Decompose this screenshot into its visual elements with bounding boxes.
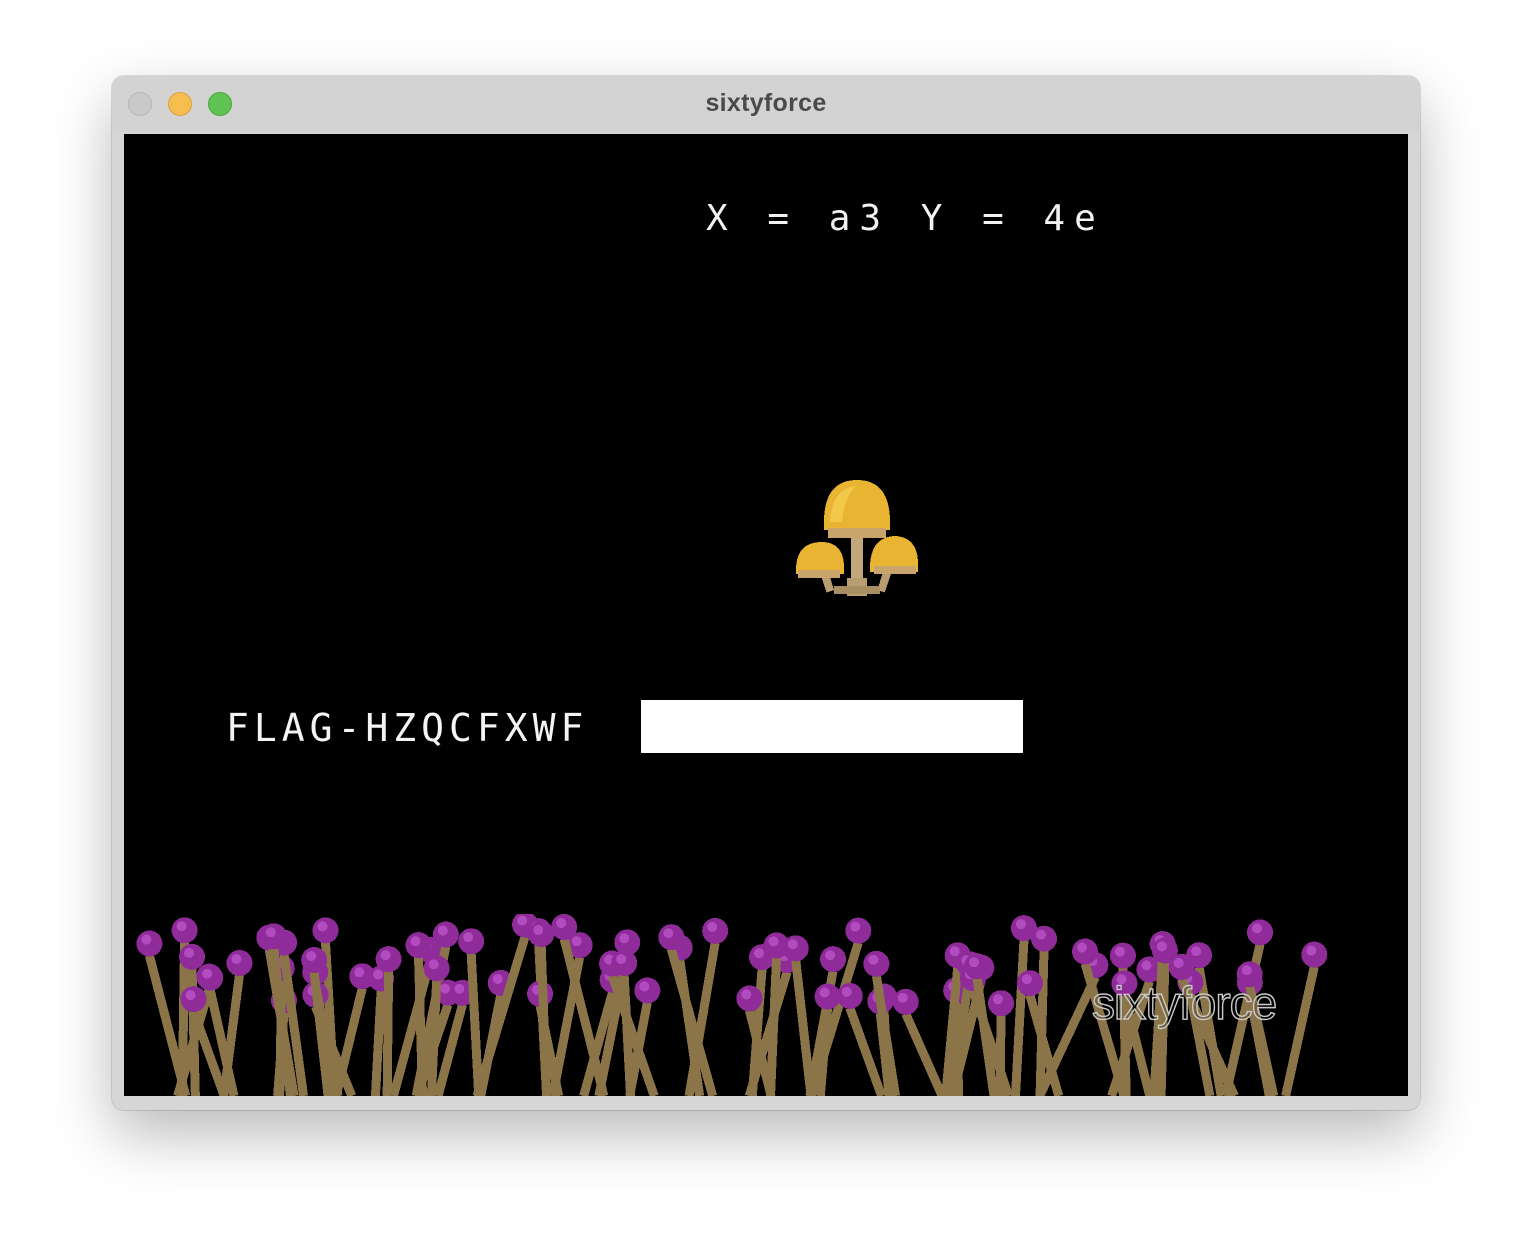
title-bar[interactable]: sixtyforce <box>112 76 1420 132</box>
plant-bud-highlight <box>707 921 718 932</box>
plant-bud-highlight <box>380 950 391 961</box>
plant-bud-highlight <box>663 928 674 939</box>
plant-bud-highlight <box>1015 919 1026 930</box>
plant-bud-highlight <box>639 981 650 992</box>
plant-bud-highlight <box>1191 946 1202 957</box>
plant-bud-highlight <box>741 989 752 1000</box>
plant-bud-highlight <box>463 932 474 943</box>
plant-stem <box>619 974 636 1096</box>
plant-bud <box>1247 919 1274 946</box>
plant-stem <box>536 945 552 1096</box>
plant-bud-highlight <box>819 987 830 998</box>
plant-stem <box>766 957 782 1096</box>
watermark-logo: sixtyforce <box>1091 976 1278 1029</box>
plant-bud-highlight <box>754 948 765 959</box>
plant-bud-highlight <box>1114 946 1125 957</box>
plant-bud-highlight <box>492 973 503 984</box>
plant-bud-highlight <box>410 936 421 947</box>
plant-bud-highlight <box>1252 923 1263 934</box>
plant-bud-highlight <box>439 983 450 994</box>
plant-bud <box>226 949 253 976</box>
plant-stem <box>1010 939 1029 1096</box>
plant-bud-highlight <box>556 917 567 928</box>
plant-bud-highlight <box>1156 941 1167 952</box>
plant-stem <box>1281 965 1319 1096</box>
plant-stem <box>382 971 394 1096</box>
plant-bud-highlight <box>619 933 630 944</box>
plant-bud <box>702 917 729 944</box>
plant-bud-highlight <box>517 915 528 926</box>
plant-bud-highlight <box>850 921 861 932</box>
plant-stem <box>472 935 530 1096</box>
plant-bud-highlight <box>787 939 798 950</box>
plant-stem <box>901 1011 947 1096</box>
plant-bud-highlight <box>1141 960 1152 971</box>
plant-bud-highlight <box>993 994 1004 1005</box>
plant-bud <box>551 914 578 940</box>
window-title: sixtyforce <box>705 89 827 117</box>
plant-bud-highlight <box>825 950 836 961</box>
plant-bud-highlight <box>897 992 908 1003</box>
plant-bud-highlight <box>428 959 439 970</box>
plant-bud-highlight <box>768 936 779 947</box>
plant-bud <box>1072 938 1099 965</box>
plant-bud-highlight <box>949 946 960 957</box>
plant-bud-highlight <box>231 953 242 964</box>
plant-bud-highlight <box>1021 974 1032 985</box>
flag-text: FLAG-HZQCFXWF <box>226 706 589 750</box>
app-window: sixtyforce X = a3 Y = 4e FLAG-HZQCFXWF s… <box>112 76 1420 1110</box>
plant-bud-highlight <box>141 934 152 945</box>
plant-bud-highlight <box>437 925 448 936</box>
plant-bud-highlight <box>1241 965 1252 976</box>
plant-bud-highlight <box>1173 957 1184 968</box>
plant-bud <box>736 985 763 1012</box>
game-screen[interactable]: X = a3 Y = 4e FLAG-HZQCFXWF sixtyforce <box>124 134 1408 1096</box>
plant-bud-highlight <box>533 925 544 936</box>
plant-bud-highlight <box>1306 945 1317 956</box>
plant-bud-highlight <box>616 954 627 965</box>
plant-stem <box>791 959 816 1096</box>
plant-bud-highlight <box>373 969 384 980</box>
plant-bud <box>458 928 485 955</box>
plant-stem <box>426 980 442 1096</box>
plant-bud <box>180 986 207 1013</box>
plant-bud-highlight <box>306 951 317 962</box>
plant-bud <box>1301 941 1328 968</box>
plant-bud-highlight <box>868 954 879 965</box>
flag-redaction-box <box>641 700 1023 753</box>
plant-stem <box>370 990 386 1096</box>
plant-bud <box>423 955 450 982</box>
plant-bud-highlight <box>354 967 365 978</box>
plant-bud-highlight <box>1036 929 1047 940</box>
plant-bud-highlight <box>184 947 195 958</box>
coordinate-readout: X = a3 Y = 4e <box>706 198 1105 239</box>
plant-bud-highlight <box>969 957 980 968</box>
plant-bud-highlight <box>317 921 328 932</box>
plant-stem <box>466 952 484 1096</box>
plant-bud-highlight <box>841 986 852 997</box>
plant-bud-highlight <box>176 921 187 932</box>
plant-bud-highlight <box>1077 942 1088 953</box>
plant-bud-highlight <box>202 968 213 979</box>
mushroom-cluster-icon <box>796 480 918 596</box>
plant-bud <box>658 924 685 951</box>
plant-bud-highlight <box>185 990 196 1001</box>
plant-stem <box>1035 975 1100 1096</box>
plant-bud-highlight <box>571 936 582 947</box>
plant-bud-highlight <box>265 927 276 938</box>
plant-bud-highlight <box>454 983 465 994</box>
plant-bud <box>136 930 163 957</box>
plant-bud <box>1016 970 1043 997</box>
